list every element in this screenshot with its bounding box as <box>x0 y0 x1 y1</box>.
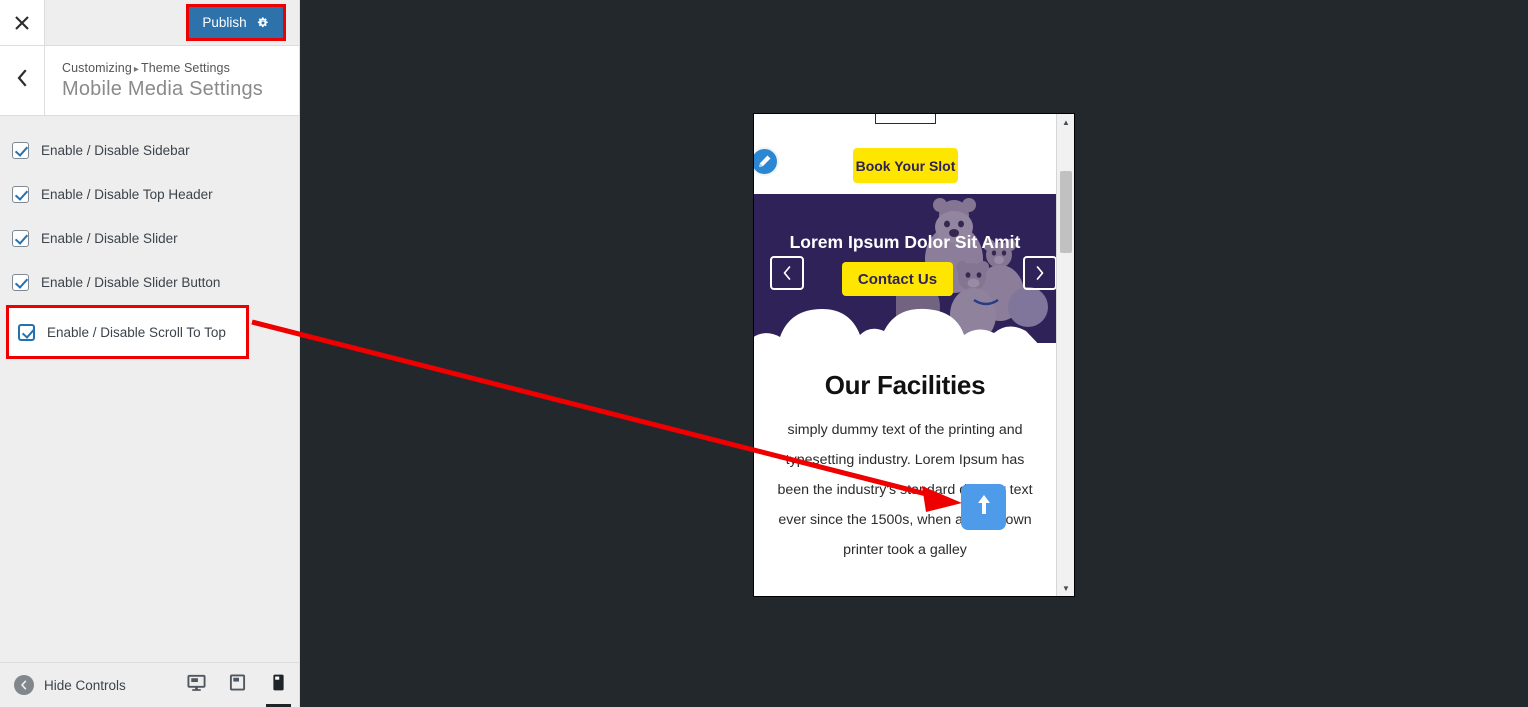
control-row-scroll-to-top[interactable]: Enable / Disable Scroll To Top <box>9 308 246 356</box>
close-icon <box>14 15 30 31</box>
control-label[interactable]: Enable / Disable Slider Button <box>41 275 220 290</box>
screen-root: Publish Customizing ▸ Theme Settings Mob… <box>0 0 1528 707</box>
tablet-icon <box>229 673 246 697</box>
chevron-left-icon <box>15 69 29 92</box>
breadcrumb-root: Customizing <box>62 60 132 75</box>
close-customizer-button[interactable] <box>0 0 45 45</box>
mobile-icon <box>272 673 285 697</box>
scrollbar-thumb[interactable] <box>1060 171 1072 253</box>
chevron-right-icon[interactable] <box>1023 256 1056 290</box>
checkbox-enable-scroll-to-top[interactable] <box>18 323 35 341</box>
device-button-desktop[interactable] <box>176 663 217 707</box>
preview-area: Book Your Slot Lorem Ipsum Dolor Sit Ami… <box>300 0 1528 707</box>
book-your-slot-button[interactable]: Book Your Slot <box>853 148 958 183</box>
control-label[interactable]: Enable / Disable Scroll To Top <box>47 325 226 340</box>
scroll-to-top-highlight-box: Enable / Disable Scroll To Top <box>6 305 249 359</box>
publish-button[interactable]: Publish <box>189 7 283 38</box>
customizer-header: Publish <box>0 0 299 46</box>
facilities-section: Our Facilities simply dummy text of the … <box>754 346 1056 565</box>
controls-list: Enable / Disable Sidebar Enable / Disabl… <box>0 116 299 304</box>
back-button[interactable] <box>0 46 45 115</box>
control-label[interactable]: Enable / Disable Slider <box>41 231 178 246</box>
preview-scrollbar[interactable]: ▲ ▼ <box>1056 114 1074 596</box>
breadcrumb-separator: ▸ <box>133 63 139 75</box>
facilities-title: Our Facilities <box>824 370 986 400</box>
hide-controls-label: Hide Controls <box>44 677 126 693</box>
device-button-tablet[interactable] <box>217 663 258 707</box>
control-row-sidebar[interactable]: Enable / Disable Sidebar <box>0 128 299 172</box>
gear-icon[interactable] <box>256 16 270 30</box>
previewed-site: Book Your Slot Lorem Ipsum Dolor Sit Ami… <box>754 114 1056 596</box>
control-row-slider[interactable]: Enable / Disable Slider <box>0 216 299 260</box>
checkbox-enable-slider[interactable] <box>12 229 29 247</box>
control-label[interactable]: Enable / Disable Sidebar <box>41 143 190 158</box>
arrow-up-icon <box>976 493 992 522</box>
chevron-left-icon[interactable] <box>770 256 804 290</box>
publish-highlight-box: Publish <box>186 4 286 41</box>
cloud-divider <box>754 308 1038 343</box>
publish-label: Publish <box>202 15 247 30</box>
hide-controls-button[interactable]: Hide Controls <box>0 675 126 695</box>
breadcrumb: Customizing ▸ Theme Settings <box>62 61 299 75</box>
checkbox-enable-sidebar[interactable] <box>12 141 29 159</box>
customizer-title-row: Customizing ▸ Theme Settings Mobile Media … <box>0 46 299 116</box>
checkbox-enable-slider-button[interactable] <box>12 273 29 291</box>
control-row-top-header[interactable]: Enable / Disable Top Header <box>0 172 299 216</box>
pencil-edit-icon[interactable] <box>754 147 779 176</box>
slider-title: Lorem Ipsum Dolor Sit Amit <box>789 232 1021 252</box>
partial-top-box <box>875 114 936 124</box>
customizer-footer: Hide Controls <box>0 662 299 707</box>
checkbox-enable-top-header[interactable] <box>12 185 29 203</box>
contact-us-button[interactable]: Contact Us <box>842 262 953 296</box>
device-preview-buttons <box>176 663 299 707</box>
scroll-to-top-button[interactable] <box>961 484 1006 530</box>
scrollbar-down-arrow[interactable]: ▼ <box>1057 580 1074 596</box>
collapse-left-icon <box>14 675 34 695</box>
scrollbar-up-arrow[interactable]: ▲ <box>1057 114 1074 130</box>
breadcrumb-current: Theme Settings <box>141 60 230 75</box>
mobile-preview-frame: Book Your Slot Lorem Ipsum Dolor Sit Ami… <box>753 113 1075 597</box>
customizer-sidebar: Publish Customizing ▸ Theme Settings Mob… <box>0 0 300 707</box>
hero-slider: Lorem Ipsum Dolor Sit Amit Contact Us <box>754 194 1056 343</box>
facilities-body: simply dummy text of the printing and ty… <box>777 422 1033 558</box>
device-button-mobile[interactable] <box>258 663 299 707</box>
control-label[interactable]: Enable / Disable Top Header <box>41 187 213 202</box>
page-title: Mobile Media Settings <box>62 77 263 100</box>
control-row-slider-button[interactable]: Enable / Disable Slider Button <box>0 260 299 304</box>
title-block: Customizing ▸ Theme Settings Mobile Media … <box>45 46 299 115</box>
desktop-icon <box>187 673 206 697</box>
